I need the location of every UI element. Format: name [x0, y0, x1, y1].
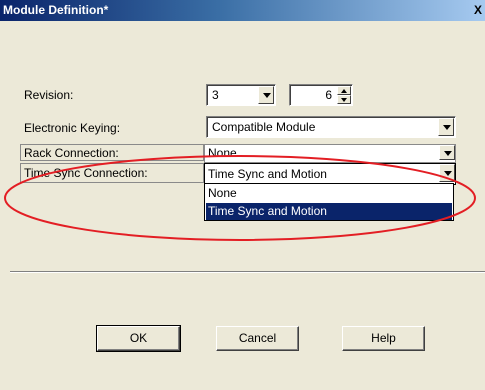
dialog-body: Revision: 3 6 Electronic Keying: Compati…: [0, 21, 485, 390]
revision-minor-spinner[interactable]: 6: [289, 84, 353, 106]
list-item-label: None: [208, 186, 237, 200]
time-sync-option-time-sync-and-motion[interactable]: Time Sync and Motion: [206, 203, 452, 220]
rack-connection-dropdown-button[interactable]: [439, 145, 455, 160]
list-item-label: Time Sync and Motion: [208, 204, 327, 218]
separator-line: [10, 271, 485, 273]
time-sync-connection-combo[interactable]: Time Sync and Motion: [204, 163, 456, 185]
close-icon[interactable]: X: [474, 3, 485, 18]
electronic-keying-label: Electronic Keying:: [24, 121, 121, 135]
ok-button[interactable]: OK: [96, 325, 181, 352]
time-sync-dropdown-list[interactable]: None Time Sync and Motion: [204, 183, 454, 221]
spin-up-button[interactable]: [337, 86, 351, 95]
electronic-keying-value: Compatible Module: [212, 120, 316, 134]
revision-major-value: 3: [212, 88, 219, 102]
chevron-down-icon: [444, 171, 452, 176]
spin-up-icon: [341, 89, 347, 93]
revision-minor-value: 6: [325, 88, 332, 102]
window-title: Module Definition*: [3, 3, 109, 17]
time-sync-connection-label-cell: Time Sync Connection:: [20, 163, 204, 183]
electronic-keying-dropdown-button[interactable]: [438, 118, 454, 136]
time-sync-connection-label: Time Sync Connection:: [24, 166, 148, 180]
time-sync-connection-dropdown-button[interactable]: [439, 164, 455, 182]
rack-connection-label: Rack Connection:: [24, 146, 119, 160]
spin-down-button[interactable]: [337, 95, 351, 104]
title-bar[interactable]: Module Definition* X: [0, 0, 485, 21]
chevron-down-icon: [444, 151, 452, 156]
revision-major-combo[interactable]: 3: [206, 84, 276, 106]
rack-connection-label-cell: Rack Connection:: [20, 144, 204, 161]
chevron-down-icon: [443, 125, 451, 130]
revision-minor-spin-buttons[interactable]: [337, 86, 351, 104]
cancel-button[interactable]: Cancel: [216, 326, 299, 351]
electronic-keying-combo[interactable]: Compatible Module: [206, 116, 456, 138]
spin-down-icon: [341, 98, 347, 102]
chevron-down-icon: [263, 93, 271, 98]
time-sync-connection-value: Time Sync and Motion: [208, 167, 327, 181]
revision-label: Revision:: [24, 88, 74, 102]
rack-connection-combo[interactable]: None: [204, 144, 456, 163]
revision-major-dropdown-button[interactable]: [258, 86, 274, 104]
help-button[interactable]: Help: [342, 326, 425, 351]
rack-connection-value: None: [208, 146, 237, 160]
time-sync-option-none[interactable]: None: [206, 185, 452, 202]
